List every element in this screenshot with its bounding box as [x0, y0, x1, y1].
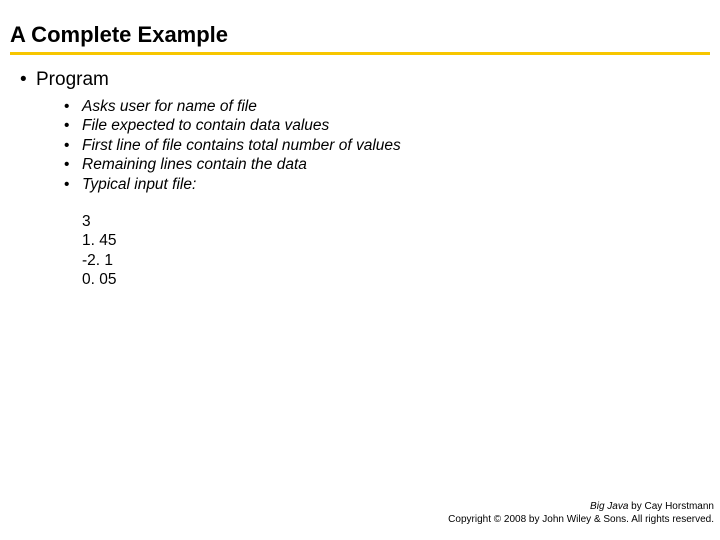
- list-item: • File expected to contain data values: [64, 116, 710, 135]
- title-block: A Complete Example: [0, 0, 720, 55]
- footer-copyright: Copyright © 2008 by John Wiley & Sons. A…: [448, 514, 714, 527]
- footer-book-title: Big Java: [590, 501, 628, 512]
- sub-bullet-text: Remaining lines contain the data: [82, 155, 307, 174]
- bullet-dot-icon: •: [64, 155, 82, 174]
- code-line: 0. 05: [82, 270, 710, 289]
- sub-bullet-text: File expected to contain data values: [82, 116, 329, 135]
- sub-bullet-list: • Asks user for name of file • File expe…: [64, 97, 710, 194]
- sub-bullet-text: Asks user for name of file: [82, 97, 257, 116]
- bullet-dot-icon: •: [64, 136, 82, 155]
- list-item: • Remaining lines contain the data: [64, 155, 710, 174]
- main-bullet-text: Program: [36, 69, 109, 91]
- footer: Big Java by Cay Horstmann Copyright © 20…: [448, 501, 714, 526]
- main-bullet: • Program: [20, 69, 710, 91]
- list-item: • Typical input file:: [64, 175, 710, 194]
- list-item: • First line of file contains total numb…: [64, 136, 710, 155]
- sample-input-block: 3 1. 45 -2. 1 0. 05: [82, 212, 710, 290]
- slide-content: • Program • Asks user for name of file •…: [0, 55, 720, 289]
- sub-bullet-text: First line of file contains total number…: [82, 136, 401, 155]
- bullet-dot-icon: •: [64, 175, 82, 194]
- slide-title: A Complete Example: [10, 22, 710, 52]
- list-item: • Asks user for name of file: [64, 97, 710, 116]
- sub-bullet-text: Typical input file:: [82, 175, 196, 194]
- slide: A Complete Example • Program • Asks user…: [0, 0, 720, 540]
- code-line: 1. 45: [82, 231, 710, 250]
- code-line: 3: [82, 212, 710, 231]
- bullet-dot-icon: •: [64, 116, 82, 135]
- footer-byline: by Cay Horstmann: [628, 501, 714, 512]
- bullet-dot-icon: •: [64, 97, 82, 116]
- code-line: -2. 1: [82, 251, 710, 270]
- bullet-dot-icon: •: [20, 69, 36, 91]
- footer-line-1: Big Java by Cay Horstmann: [448, 501, 714, 514]
